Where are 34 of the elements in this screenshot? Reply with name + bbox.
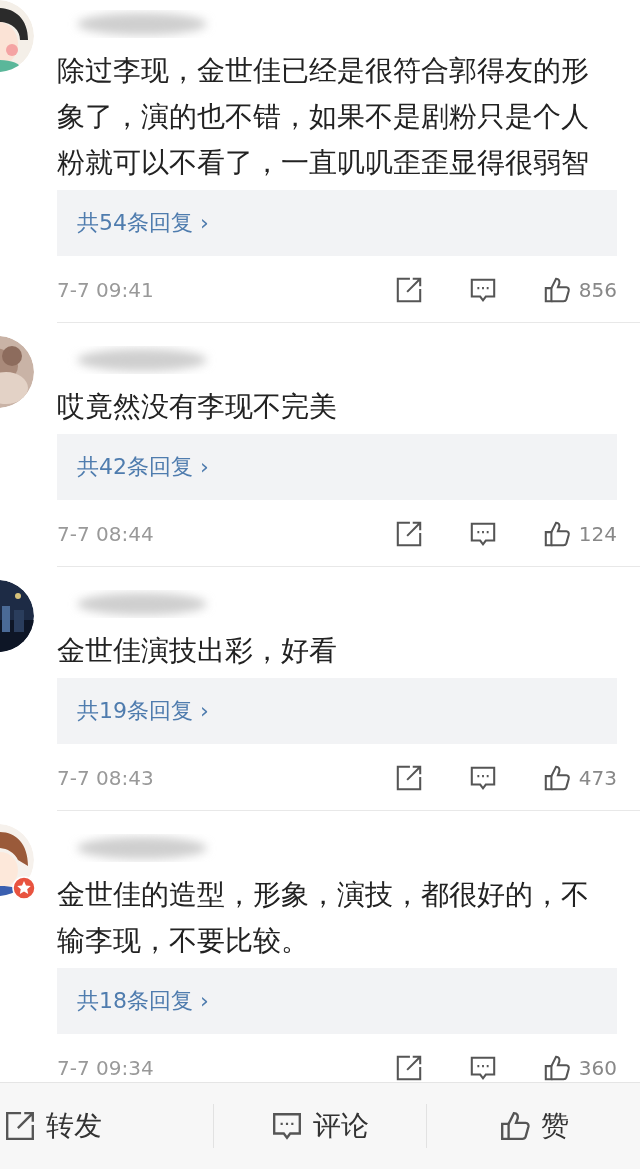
share-icon[interactable] [394,1054,423,1082]
comment-button[interactable]: 评论 [267,1101,373,1151]
share-icon[interactable] [394,520,423,548]
comment-text: 除过李现，金世佳已经是很符合郭得友的形象了，演的也不错，如果不是剧粉只是个人粉就可以不看了，一直叽叽歪歪显得很弱智 [57,53,590,181]
comment-icon[interactable] [468,276,497,304]
comment-text: 哎竟然没有李现不完美 [57,389,338,425]
thumbs-up-icon[interactable] [542,520,571,548]
thumbs-up-icon[interactable] [542,764,571,792]
comment-icon[interactable] [468,764,497,792]
thumbs-up-icon[interactable] [498,1110,531,1142]
comment-icon[interactable] [468,520,497,548]
thumbs-up-icon[interactable] [542,276,571,304]
replies-link[interactable]: 共18条回复 › [57,968,617,1034]
share-icon[interactable] [394,276,423,304]
comment-text: 金世佳演技出彩，好看 [57,633,338,669]
replies-link[interactable]: 共42条回复 › [57,434,617,500]
comment-icon[interactable] [468,1054,497,1082]
repost-button[interactable]: 转发 [0,1101,106,1151]
comment-text: 金世佳的造型，形象，演技，都很好的，不输李现，不要比较。 [57,877,590,959]
share-icon[interactable] [4,1110,36,1142]
share-icon[interactable] [394,764,423,792]
comment-icon[interactable] [271,1110,303,1142]
comment-time: 7-7 08:44 [57,522,155,546]
like-count: 360 [578,1056,617,1080]
comment-time: 7-7 08:43 [57,766,155,790]
replies-link[interactable]: 共54条回复 › [57,190,617,256]
comment-time: 7-7 09:41 [57,278,155,302]
replies-link[interactable]: 共19条回复 › [57,678,617,744]
like-button[interactable]: 赞 [494,1101,573,1151]
like-count: 856 [578,278,617,302]
comment-time: 7-7 09:34 [57,1056,155,1080]
like-count: 124 [578,522,617,546]
like-count: 473 [578,766,617,790]
thumbs-up-icon[interactable] [542,1054,571,1082]
